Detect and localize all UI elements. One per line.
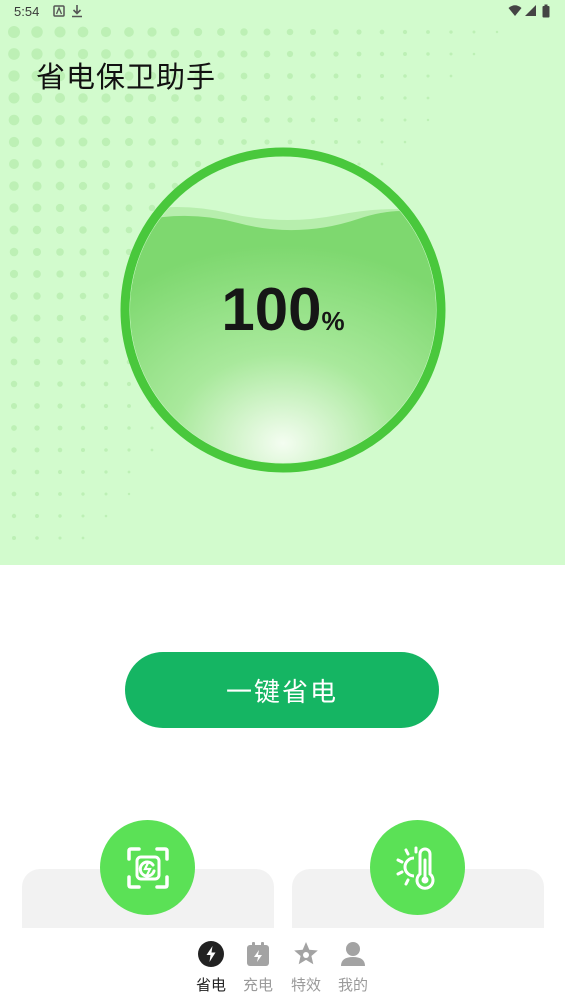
battery-level-unit: % [321, 306, 345, 336]
hero-panel: 5:54 省电保卫助手 100% [0, 0, 565, 565]
temperature-glyph [396, 846, 434, 890]
notification-icon [53, 5, 65, 17]
bottom-navigation: 省电 充电 特效 我的 [0, 928, 565, 1004]
nav-item-effects[interactable]: 特效 [286, 940, 326, 995]
nav-label-effects: 特效 [290, 976, 321, 994]
wifi-icon [508, 5, 522, 16]
nav-label-mine: 我的 [337, 976, 368, 994]
user-icon [341, 942, 365, 966]
nav-item-charge[interactable]: 充电 [238, 940, 278, 995]
nav-label-save: 省电 [195, 976, 226, 994]
star-icon [294, 942, 318, 965]
battery-status-icon [542, 4, 550, 18]
battery-cleanup-glyph [126, 846, 169, 889]
nav-label-charge: 充电 [242, 976, 273, 994]
charging-icon [247, 942, 269, 966]
status-bar: 5:54 [0, 0, 565, 24]
battery-percentage: 100% [118, 275, 448, 344]
one-key-save-button[interactable]: 一键省电 [125, 652, 439, 728]
status-time: 5:54 [14, 4, 40, 19]
nav-item-save[interactable]: 省电 [191, 940, 231, 995]
download-icon [72, 5, 82, 18]
page-title: 省电保卫助手 [36, 60, 217, 94]
nav-item-mine[interactable]: 我的 [333, 940, 373, 995]
battery-level-value: 100 [221, 276, 322, 343]
bolt-icon [198, 941, 224, 967]
cell-signal-icon [525, 5, 536, 16]
battery-cleanup-icon[interactable] [100, 820, 195, 915]
temperature-icon[interactable] [370, 820, 465, 915]
